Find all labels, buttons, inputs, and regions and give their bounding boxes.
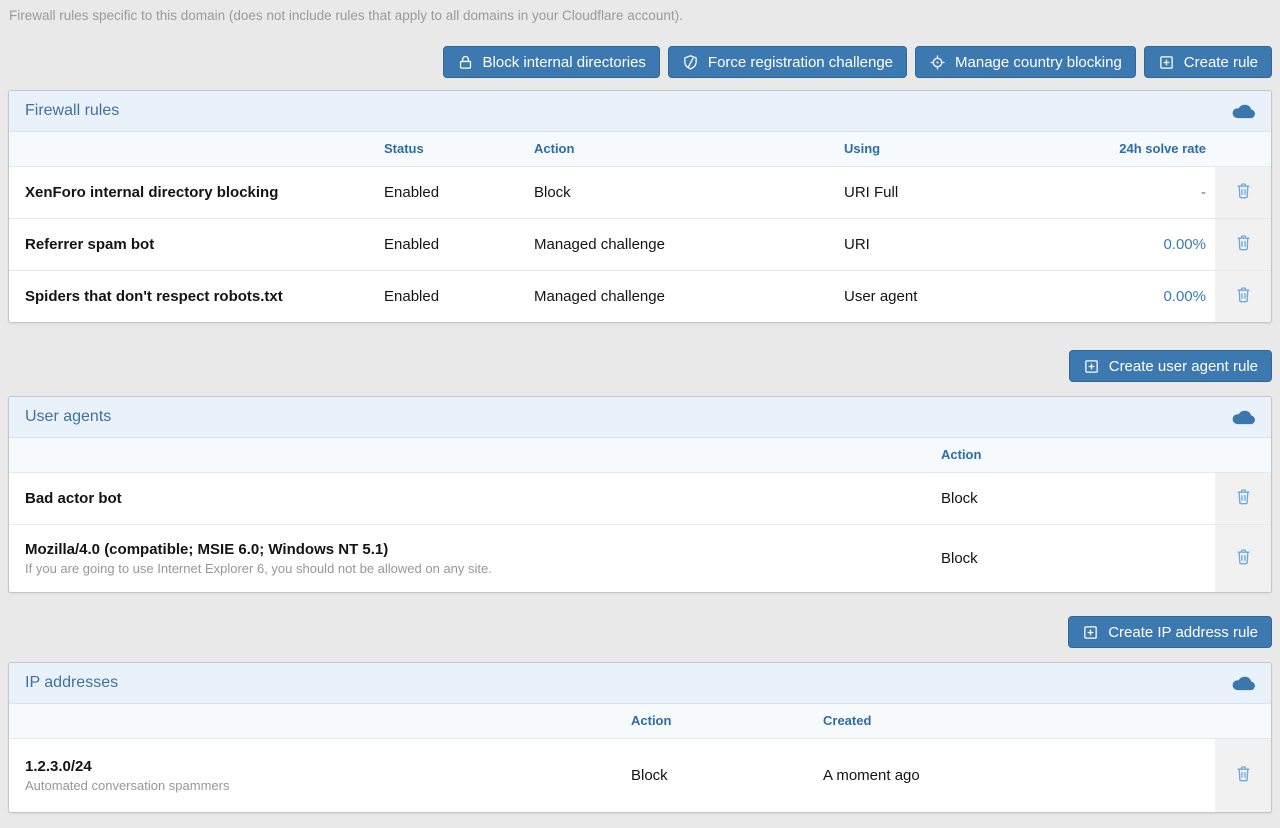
rule-name[interactable]: Spiders that don't respect robots.txt	[9, 270, 384, 322]
trash-icon	[1234, 763, 1253, 787]
ip-addresses-panel-header: IP addresses	[9, 663, 1271, 704]
user-agents-panel-header: User agents	[9, 397, 1271, 438]
firewall-rules-table: Status Action Using 24h solve rate XenFo…	[9, 132, 1271, 322]
delete-rule-button[interactable]	[1230, 178, 1257, 206]
user-agent-action: Block	[941, 524, 1215, 592]
button-label: Create IP address rule	[1108, 624, 1258, 641]
rule-solve-rate-link[interactable]: 0.00%	[1163, 236, 1206, 253]
plus-square-icon	[1158, 54, 1175, 71]
user-agent-row: Bad actor bot Block	[9, 472, 1271, 524]
user-agent-row: Mozilla/4.0 (compatible; MSIE 6.0; Windo…	[9, 524, 1271, 592]
user-agents-panel: User agents Action Bad actor bot Block M…	[8, 396, 1272, 593]
column-created: Created	[823, 704, 1215, 738]
user-agent-description: If you are going to use Internet Explore…	[25, 561, 941, 576]
button-label: Manage country blocking	[955, 54, 1122, 71]
cloudflare-cloud-icon	[1230, 675, 1257, 694]
plus-square-icon	[1083, 358, 1100, 375]
rule-status: Enabled	[384, 166, 534, 218]
shield-icon	[682, 54, 699, 71]
ip-addresses-table: Action Created 1.2.3.0/24 Automated conv…	[9, 704, 1271, 812]
ip-address-row: 1.2.3.0/24 Automated conversation spamme…	[9, 738, 1271, 812]
cloudflare-cloud-icon	[1230, 409, 1257, 428]
column-using: Using	[844, 132, 1049, 166]
user-agents-header-row: Action	[9, 438, 1271, 472]
delete-ip-address-button[interactable]	[1230, 761, 1257, 789]
trash-icon	[1234, 284, 1253, 308]
page-description: Firewall rules specific to this domain (…	[0, 0, 1280, 24]
panel-title: IP addresses	[25, 674, 118, 692]
column-status: Status	[384, 132, 534, 166]
lock-icon	[457, 54, 474, 71]
create-ip-address-rule-button[interactable]: Create IP address rule	[1068, 616, 1272, 648]
target-icon	[929, 54, 946, 71]
ip-address-name[interactable]: 1.2.3.0/24	[25, 758, 631, 775]
firewall-rules-panel-header: Firewall rules	[9, 91, 1271, 132]
rule-name[interactable]: Referrer spam bot	[9, 218, 384, 270]
rule-using: URI Full	[844, 166, 1049, 218]
rule-action: Managed challenge	[534, 270, 844, 322]
rule-action: Managed challenge	[534, 218, 844, 270]
ip-address-created: A moment ago	[823, 738, 1215, 812]
block-internal-directories-button[interactable]: Block internal directories	[443, 46, 660, 78]
rule-status: Enabled	[384, 270, 534, 322]
rule-using: User agent	[844, 270, 1049, 322]
firewall-rule-row: Referrer spam bot Enabled Managed challe…	[9, 218, 1271, 270]
user-agent-action: Block	[941, 472, 1215, 524]
column-action: Action	[534, 132, 844, 166]
firewall-rules-header-row: Status Action Using 24h solve rate	[9, 132, 1271, 166]
button-label: Create rule	[1184, 54, 1258, 71]
trash-icon	[1234, 486, 1253, 510]
trash-icon	[1234, 180, 1253, 204]
rule-solve-rate: -	[1201, 184, 1206, 201]
delete-user-agent-button[interactable]	[1230, 484, 1257, 512]
manage-country-blocking-button[interactable]: Manage country blocking	[915, 46, 1136, 78]
user-agents-table: Action Bad actor bot Block Mozilla/4.0 (…	[9, 438, 1271, 592]
cloudflare-cloud-icon	[1230, 103, 1257, 122]
rule-using: URI	[844, 218, 1049, 270]
ip-addresses-toolbar: Create IP address rule	[8, 616, 1272, 648]
trash-icon	[1234, 546, 1253, 570]
rule-name[interactable]: XenForo internal directory blocking	[9, 166, 384, 218]
firewall-rule-row: Spiders that don't respect robots.txt En…	[9, 270, 1271, 322]
column-action: Action	[631, 704, 823, 738]
rule-status: Enabled	[384, 218, 534, 270]
ip-address-description: Automated conversation spammers	[25, 778, 631, 793]
plus-square-icon	[1082, 624, 1099, 641]
button-label: Create user agent rule	[1109, 358, 1258, 375]
trash-icon	[1234, 232, 1253, 256]
column-solve-rate: 24h solve rate	[1049, 132, 1215, 166]
button-label: Block internal directories	[483, 54, 646, 71]
top-toolbar: Block internal directories Force registr…	[8, 46, 1272, 78]
create-rule-button[interactable]: Create rule	[1144, 46, 1272, 78]
rule-solve-rate-link[interactable]: 0.00%	[1163, 288, 1206, 305]
delete-rule-button[interactable]	[1230, 230, 1257, 258]
delete-user-agent-button[interactable]	[1230, 544, 1257, 572]
rule-action: Block	[534, 166, 844, 218]
firewall-rules-panel: Firewall rules Status Action Using 24h s…	[8, 90, 1272, 323]
delete-rule-button[interactable]	[1230, 282, 1257, 310]
user-agents-toolbar: Create user agent rule	[8, 350, 1272, 382]
user-agent-name[interactable]: Mozilla/4.0 (compatible; MSIE 6.0; Windo…	[25, 541, 941, 558]
panel-title: Firewall rules	[25, 102, 119, 120]
ip-addresses-header-row: Action Created	[9, 704, 1271, 738]
user-agent-name[interactable]: Bad actor bot	[25, 490, 941, 507]
create-user-agent-rule-button[interactable]: Create user agent rule	[1069, 350, 1272, 382]
button-label: Force registration challenge	[708, 54, 893, 71]
firewall-rule-row: XenForo internal directory blocking Enab…	[9, 166, 1271, 218]
force-registration-challenge-button[interactable]: Force registration challenge	[668, 46, 907, 78]
panel-title: User agents	[25, 408, 111, 426]
ip-address-action: Block	[631, 738, 823, 812]
column-action: Action	[941, 438, 1215, 472]
ip-addresses-panel: IP addresses Action Created 1.2.3.0/24 A…	[8, 662, 1272, 813]
